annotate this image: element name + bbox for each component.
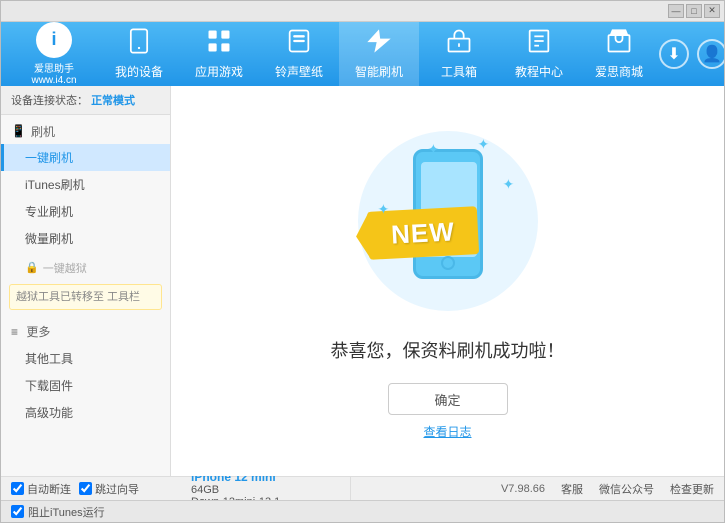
success-message: 恭喜您，保资料刷机成功啦！ — [331, 337, 565, 363]
sidebar-item-pro-flash[interactable]: 专业刷机 — [1, 198, 170, 225]
minimize-btn[interactable]: — — [668, 4, 684, 18]
toolbox-icon — [445, 27, 473, 61]
bottom-area: 自动断连 跳过向导 iPhone 12 mini 64GB Down-12min… — [1, 476, 724, 522]
itunes-label: 阻止iTunes运行 — [28, 504, 105, 520]
jailbreak-notice-text: 越狱工具已转移至 工具栏 — [16, 291, 140, 303]
star-4-icon: ✦ — [378, 201, 390, 218]
sidebar-section-more: ≡ 更多 其他工具 下载固件 高级功能 — [1, 314, 170, 430]
sidebar-group-flash[interactable]: 📱 刷机 — [1, 119, 170, 144]
itunes-checkbox-label[interactable]: 阻止iTunes运行 — [11, 504, 105, 520]
connection-label: 设备连接状态： — [11, 95, 88, 107]
tutorials-icon — [525, 27, 553, 61]
download-btn[interactable]: ⬇ — [659, 39, 689, 69]
sidebar-disabled-jailbreak: 🔒 一键越狱 — [1, 256, 170, 280]
nav-item-tutorials[interactable]: 教程中心 — [499, 22, 579, 86]
advanced-label: 高级功能 — [25, 406, 73, 420]
flash-icon — [365, 27, 393, 61]
other-tools-label: 其他工具 — [25, 352, 73, 366]
nav-item-toolbox[interactable]: 工具箱 — [419, 22, 499, 86]
store-icon — [605, 27, 633, 61]
nav-label-ringtones: 铃声壁纸 — [275, 63, 323, 80]
nav-label-tutorials: 教程中心 — [515, 63, 563, 80]
nav-items: 我的设备 应用游戏 铃声壁纸 智能刷机 — [99, 22, 659, 86]
sidebar-item-download-fw[interactable]: 下载固件 — [1, 372, 170, 399]
nav-item-smart-flash[interactable]: 智能刷机 — [339, 22, 419, 86]
maximize-btn[interactable]: □ — [686, 4, 702, 18]
nav-label-my-device: 我的设备 — [115, 63, 163, 80]
skip-wizard-checkbox[interactable]: 跳过向导 — [79, 481, 139, 497]
nav-item-apple-store[interactable]: 爱思商城 — [579, 22, 659, 86]
confirm-button[interactable]: 确定 — [388, 383, 508, 415]
download-fw-label: 下载固件 — [25, 379, 73, 393]
header: i 爱思助手 www.i4.cn 我的设备 应用游戏 — [1, 22, 724, 86]
pro-flash-label: 专业刷机 — [25, 205, 73, 219]
phone-home-button — [441, 256, 455, 270]
bottom-bar: 自动断连 跳过向导 iPhone 12 mini 64GB Down-12min… — [1, 476, 724, 500]
sidebar: 设备连接状态： 正常模式 📱 刷机 一键刷机 iTunes刷机 专业刷机 — [1, 86, 171, 476]
itunes-flash-label: iTunes刷机 — [25, 178, 85, 192]
bottom-right: V7.98.66 客服 微信公众号 检查更新 — [501, 481, 714, 497]
skip-wizard-label: 跳过向导 — [95, 481, 139, 497]
sidebar-section-flash: 📱 刷机 一键刷机 iTunes刷机 专业刷机 微量刷机 — [1, 115, 170, 256]
sidebar-item-other-tools[interactable]: 其他工具 — [1, 345, 170, 372]
nav-item-apps[interactable]: 应用游戏 — [179, 22, 259, 86]
connection-status: 正常模式 — [91, 95, 135, 107]
auto-close-label: 自动断连 — [27, 481, 71, 497]
close-btn[interactable]: ✕ — [704, 4, 720, 18]
sidebar-item-one-click-flash[interactable]: 一键刷机 — [1, 144, 170, 171]
nav-label-toolbox: 工具箱 — [441, 63, 477, 80]
auto-close-checkbox[interactable]: 自动断连 — [11, 481, 71, 497]
wechat-link[interactable]: 微信公众号 — [599, 481, 654, 497]
logo-icon: i — [51, 29, 56, 50]
user-btn[interactable]: 👤 — [697, 39, 725, 69]
nav-label-store: 爱思商城 — [595, 63, 643, 80]
back-link[interactable]: 查看日志 — [423, 423, 471, 440]
more-icon: ≡ — [11, 325, 18, 339]
sidebar-item-micro-flash[interactable]: 微量刷机 — [1, 225, 170, 252]
logo-line2: www.i4.cn — [31, 75, 76, 86]
content: NEW ✦ ✦ ✦ ✦ 恭喜您，保资料刷机成功啦！ 确定 查看日志 — [171, 86, 724, 476]
star-2-icon: ✦ — [478, 136, 490, 153]
sidebar-item-itunes-flash[interactable]: iTunes刷机 — [1, 171, 170, 198]
connection-bar: 设备连接状态： 正常模式 — [1, 86, 170, 115]
nav-item-ringtones[interactable]: 铃声壁纸 — [259, 22, 339, 86]
jailbreak-notice: 越狱工具已转移至 工具栏 — [9, 284, 162, 311]
logo-circle: i — [36, 22, 72, 58]
ringtone-icon — [285, 27, 313, 61]
itunes-bar: 阻止iTunes运行 — [1, 500, 724, 522]
title-bar: — □ ✕ — [1, 1, 724, 22]
main-area: 设备连接状态： 正常模式 📱 刷机 一键刷机 iTunes刷机 专业刷机 — [1, 86, 724, 476]
skip-wizard-input[interactable] — [79, 482, 92, 495]
lock-icon: 🔒 — [25, 261, 39, 274]
itunes-checkbox[interactable] — [11, 505, 24, 518]
apps-icon — [205, 27, 233, 61]
star-1-icon: ✦ — [428, 141, 440, 158]
check-update-link[interactable]: 检查更新 — [670, 481, 714, 497]
logo-line1: 爱思助手 — [34, 60, 74, 75]
phone-small-icon: 📱 — [11, 124, 26, 138]
nav-item-my-device[interactable]: 我的设备 — [99, 22, 179, 86]
app-window: — □ ✕ i 爱思助手 www.i4.cn 我的设备 应用 — [0, 0, 725, 523]
nav-right: ⬇ 👤 — [659, 39, 725, 69]
version-label: V7.98.66 — [501, 483, 545, 495]
logo-area: i 爱思助手 www.i4.cn — [9, 22, 99, 86]
sidebar-group-more-label: 更多 — [26, 323, 50, 340]
nav-label-apps: 应用游戏 — [195, 63, 243, 80]
sidebar-group-flash-label: 刷机 — [31, 123, 55, 140]
sidebar-item-advanced[interactable]: 高级功能 — [1, 399, 170, 426]
device-storage: 64GB — [191, 484, 340, 496]
sidebar-group-more: ≡ 更多 — [1, 318, 170, 345]
bottom-left: 自动断连 跳过向导 — [11, 481, 181, 497]
jailbreak-label: 一键越狱 — [43, 260, 87, 276]
micro-flash-label: 微量刷机 — [25, 232, 73, 246]
star-3-icon: ✦ — [503, 176, 515, 193]
support-link[interactable]: 客服 — [561, 481, 583, 497]
success-illustration: NEW ✦ ✦ ✦ ✦ — [348, 121, 548, 321]
auto-close-input[interactable] — [11, 482, 24, 495]
phone-icon — [125, 27, 153, 61]
nav-label-smart-flash: 智能刷机 — [355, 63, 403, 80]
new-text: NEW — [390, 216, 455, 250]
one-click-flash-label: 一键刷机 — [25, 151, 73, 165]
